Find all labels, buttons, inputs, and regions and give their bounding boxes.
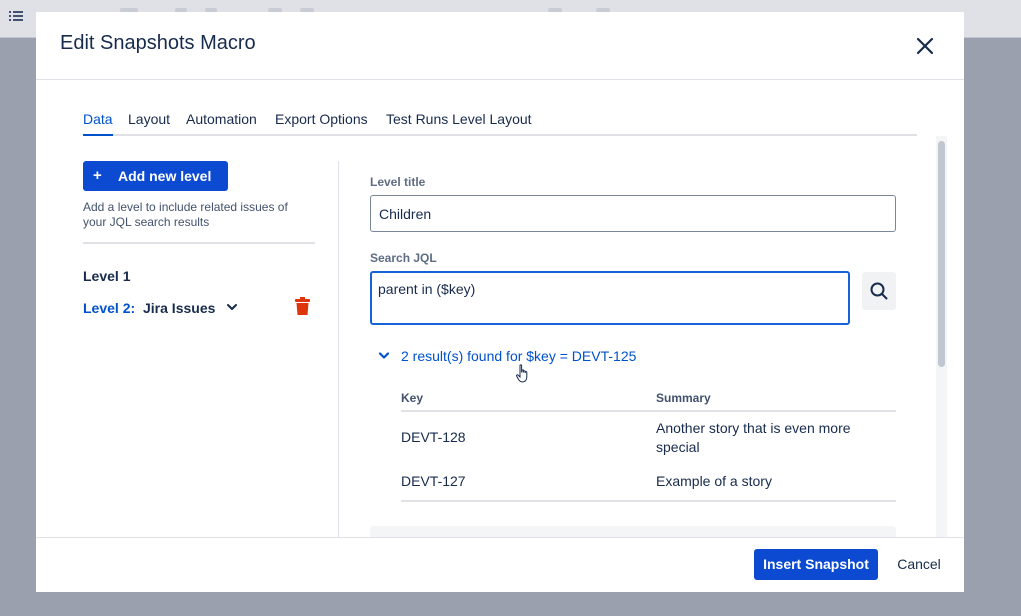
scrollbar-thumb[interactable] — [938, 141, 945, 367]
result-key: DEVT-127 — [401, 473, 466, 489]
dialog-header: Edit Snapshots Macro — [36, 12, 964, 80]
column-header-summary: Summary — [656, 391, 711, 405]
level-2-item[interactable]: Level 2: Jira Issues — [83, 300, 215, 316]
level-title-input[interactable]: Children — [370, 195, 896, 232]
hand-pointer-icon — [516, 364, 528, 383]
tab-layout[interactable]: Layout — [128, 111, 170, 127]
chevron-down-icon — [378, 352, 390, 359]
result-key: DEVT-128 — [401, 429, 466, 445]
sidebar-divider — [83, 242, 315, 244]
tab-data[interactable]: Data — [83, 111, 113, 127]
level-2-source: Jira Issues — [143, 300, 216, 316]
add-level-help-text: Add a level to include related issues of… — [83, 200, 288, 229]
plus-icon: + — [93, 167, 102, 184]
chevron-down-icon[interactable] — [226, 301, 238, 313]
add-new-level-label: Add new level — [118, 168, 212, 184]
level-settings-panel: Level title Children Search JQL parent i… — [370, 160, 900, 549]
tab-test-runs-level-layout[interactable]: Test Runs Level Layout — [386, 111, 532, 127]
result-summary: Another story that is even more special — [656, 420, 851, 455]
search-button[interactable] — [862, 272, 896, 310]
close-icon[interactable] — [914, 35, 936, 57]
add-new-level-button[interactable]: + Add new level — [83, 161, 228, 191]
search-jql-input[interactable]: parent in ($key) — [370, 271, 850, 325]
level-title-label: Level title — [370, 175, 426, 189]
results-summary: 2 result(s) found for $key = DEVT-125 — [401, 348, 637, 364]
list-icon — [9, 11, 23, 21]
search-icon — [870, 282, 888, 300]
dialog-title: Edit Snapshots Macro — [60, 32, 256, 54]
header-divider — [401, 410, 896, 412]
level-2-label: Level 2: — [83, 300, 136, 316]
level-1-item[interactable]: Level 1 — [83, 268, 130, 284]
insert-snapshot-button[interactable]: Insert Snapshot — [754, 549, 878, 580]
tab-bar: Data Layout Automation Export Options Te… — [83, 110, 917, 136]
result-summary: Example of a story — [656, 473, 772, 489]
active-tab-indicator — [83, 134, 113, 136]
dialog-footer: Insert Snapshot Cancel — [36, 537, 964, 592]
table-bottom-divider — [401, 500, 896, 502]
tab-automation[interactable]: Automation — [186, 111, 257, 127]
cancel-button[interactable]: Cancel — [889, 549, 949, 580]
search-jql-label: Search JQL — [370, 251, 437, 265]
column-header-key: Key — [401, 391, 424, 405]
edit-snapshots-dialog: Edit Snapshots Macro Data Layout Automat… — [36, 12, 964, 592]
column-divider — [338, 161, 339, 549]
scrollbar[interactable] — [936, 136, 947, 549]
trash-icon[interactable] — [295, 297, 310, 315]
tab-export-options[interactable]: Export Options — [275, 111, 368, 127]
